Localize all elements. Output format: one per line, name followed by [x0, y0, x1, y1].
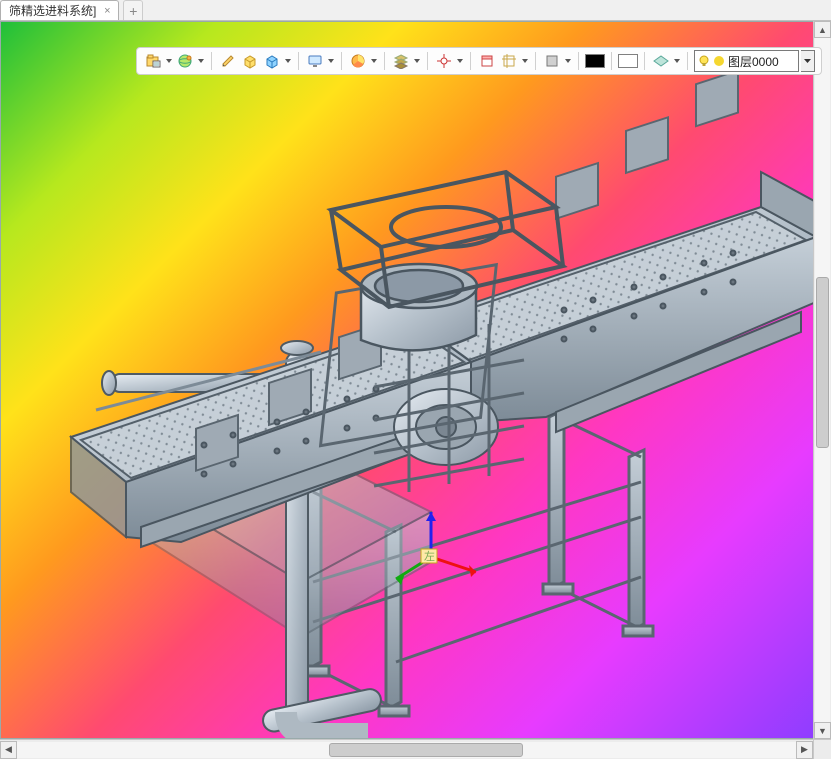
material-icon[interactable]: [542, 51, 562, 71]
dropdown-arrow-icon[interactable]: [165, 51, 173, 71]
close-icon[interactable]: ×: [102, 6, 112, 16]
open-drawing-icon[interactable]: [143, 51, 163, 71]
toolbar-separator: [611, 52, 612, 70]
color-swatch-black[interactable]: [585, 54, 605, 68]
toolbar-separator: [687, 52, 688, 70]
hscroll-thumb[interactable]: [329, 743, 524, 757]
dropdown-arrow-icon[interactable]: [327, 51, 335, 71]
toolbar-separator: [535, 52, 536, 70]
tab-strip: 筛精选进料系统] × +: [0, 0, 831, 21]
layer-color-dot: [714, 56, 724, 66]
dropdown-arrow-icon[interactable]: [456, 51, 464, 71]
plus-icon: +: [129, 3, 137, 19]
layer-stack-icon[interactable]: [391, 51, 411, 71]
select-window-icon[interactable]: [477, 51, 497, 71]
dropdown-arrow-icon[interactable]: [284, 51, 292, 71]
box-blue-icon[interactable]: [262, 51, 282, 71]
dropdown-arrow-icon[interactable]: [673, 51, 681, 71]
scroll-right-button[interactable]: ▶: [796, 741, 813, 759]
box-yellow-icon[interactable]: [240, 51, 260, 71]
layer-dropdown-arrow-icon[interactable]: [801, 50, 815, 72]
layer-name: 图层0000: [728, 53, 779, 70]
scroll-left-button[interactable]: ◀: [0, 741, 17, 759]
triad-origin-label: 左: [424, 550, 435, 563]
toolbar-separator: [427, 52, 428, 70]
dropdown-arrow-icon[interactable]: [521, 51, 529, 71]
vscroll-thumb[interactable]: [816, 277, 829, 448]
hscroll-track[interactable]: [17, 742, 796, 758]
toolbar-separator: [341, 52, 342, 70]
color-swatch-white[interactable]: [618, 54, 638, 68]
pencil-icon[interactable]: [218, 51, 238, 71]
crop-icon[interactable]: [499, 51, 519, 71]
scroll-down-button[interactable]: ▼: [814, 722, 831, 739]
tab-label: 筛精选进料系统]: [9, 2, 96, 19]
dropdown-arrow-icon[interactable]: [197, 51, 205, 71]
vscroll-track[interactable]: [815, 38, 830, 722]
layer-selector[interactable]: 图层0000: [694, 50, 799, 72]
dropdown-arrow-icon[interactable]: [370, 51, 378, 71]
dropdown-arrow-icon[interactable]: [413, 51, 421, 71]
pie-icon[interactable]: [348, 51, 368, 71]
toolbar-separator: [470, 52, 471, 70]
target-icon[interactable]: [434, 51, 454, 71]
vertical-scrollbar[interactable]: ▲ ▼: [813, 21, 831, 739]
monitor-icon[interactable]: [305, 51, 325, 71]
scrollbar-corner: [813, 739, 831, 759]
viewport-3d[interactable]: 图层0000: [0, 21, 831, 739]
cad-model: 左: [1, 22, 830, 738]
toolbar-separator: [384, 52, 385, 70]
bulb-icon: [698, 55, 710, 67]
toolbar-separator: [644, 52, 645, 70]
toolbar-separator: [298, 52, 299, 70]
toolbar-separator: [211, 52, 212, 70]
sphere-analysis-icon[interactable]: [175, 51, 195, 71]
toolbar: 图层0000: [136, 47, 822, 75]
tab-active[interactable]: 筛精选进料系统] ×: [0, 0, 119, 20]
tab-add-button[interactable]: +: [123, 0, 143, 20]
scroll-up-button[interactable]: ▲: [814, 21, 831, 38]
transparency-icon[interactable]: [651, 51, 671, 71]
horizontal-scrollbar[interactable]: ◀ ▶: [0, 739, 813, 759]
dropdown-arrow-icon[interactable]: [564, 51, 572, 71]
toolbar-separator: [578, 52, 579, 70]
